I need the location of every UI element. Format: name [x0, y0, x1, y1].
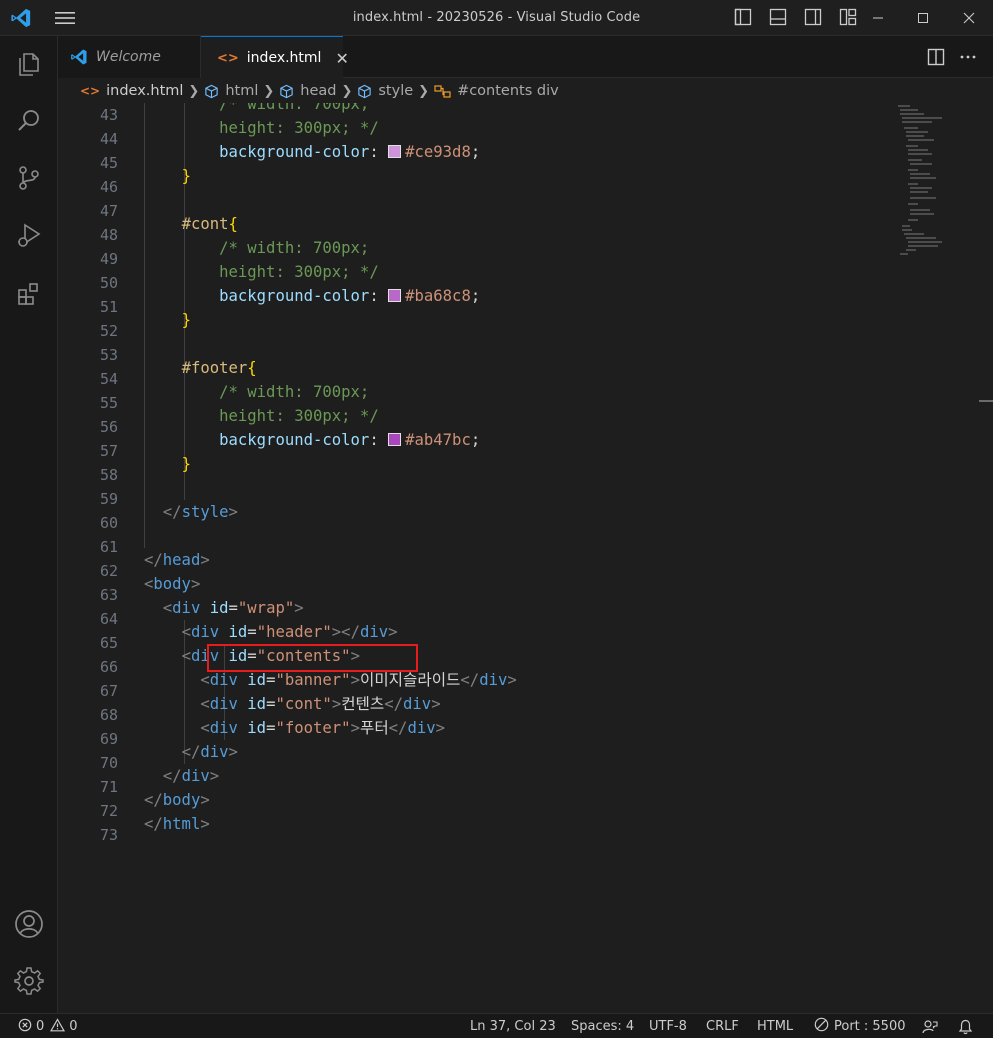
activity-bar — [0, 36, 58, 1013]
code-line: <div id="header"></div> — [181, 623, 398, 641]
breadcrumb: <> index.html ❯ html ❯ head ❯ style ❯ #c… — [58, 79, 993, 103]
chevron-right-icon: ❯ — [418, 83, 430, 99]
code-line: } — [181, 167, 191, 185]
error-icon — [18, 1018, 32, 1036]
search-icon[interactable] — [0, 97, 58, 145]
code-line: </head> — [144, 551, 210, 569]
chevron-right-icon: ❯ — [188, 83, 200, 99]
color-swatch[interactable] — [388, 289, 402, 302]
more-actions-icon[interactable] — [959, 48, 977, 70]
symbol-cube-icon — [204, 84, 219, 99]
annotation-highlight-box — [207, 644, 418, 672]
breadcrumb-item-file[interactable]: <> index.html — [80, 83, 183, 99]
code-line: </html> — [144, 815, 210, 833]
encoding-status[interactable]: UTF-8 — [649, 1014, 687, 1038]
toggle-secondary-sidebar-icon[interactable] — [804, 8, 822, 26]
code-line: #cont{ — [181, 215, 238, 233]
chevron-right-icon: ❯ — [341, 83, 353, 99]
breadcrumb-item-head[interactable]: head — [279, 83, 336, 99]
scrollbar-indicator[interactable] — [979, 400, 993, 402]
problems-status[interactable]: 0 0 — [18, 1014, 78, 1038]
code-line: /* width: 700px; — [219, 239, 370, 257]
color-swatch[interactable] — [388, 433, 402, 446]
symbol-cube-icon — [357, 84, 372, 99]
language-mode[interactable]: HTML — [757, 1014, 793, 1038]
code-line: </style> — [162, 503, 238, 521]
cursor-position[interactable]: Ln 37, Col 23 — [470, 1014, 556, 1038]
minimize-button[interactable] — [855, 0, 901, 36]
color-swatch[interactable] — [388, 145, 402, 158]
status-bar: 0 0 Ln 37, Col 23 Spaces: 4 UTF-8 CRLF H… — [0, 1013, 993, 1038]
tab-welcome[interactable]: Welcome — [58, 36, 201, 78]
editor-tab-bar: Welcome <> index.html ✕ — [58, 36, 993, 79]
code-line: background-color: #ce93d8; — [219, 143, 481, 161]
breadcrumb-item-selector[interactable]: #contents div — [434, 83, 559, 99]
code-line: #footer{ — [181, 359, 257, 377]
code-lines: /* width: 700px; height: 300px; */ backg… — [144, 103, 904, 836]
symbol-cube-icon — [279, 84, 294, 99]
code-line: <div id="footer">푸터</div> — [200, 719, 446, 737]
minimap[interactable] — [896, 103, 976, 263]
vscode-logo-icon — [70, 48, 88, 66]
maximize-button[interactable] — [900, 0, 946, 36]
toggle-panel-icon[interactable] — [769, 8, 787, 26]
code-line: background-color: #ba68c8; — [219, 287, 481, 305]
line-number-gutter: 43 44 45 46 47 48 49 50 51 52 53 54 55 5… — [99, 106, 118, 844]
indentation-status[interactable]: Spaces: 4 — [571, 1014, 634, 1038]
breadcrumb-item-style[interactable]: style — [357, 83, 413, 99]
code-line: </div> — [181, 743, 238, 761]
code-line: height: 300px; */ — [219, 263, 379, 281]
warning-icon — [50, 1017, 66, 1036]
settings-gear-icon[interactable] — [0, 957, 58, 1005]
code-line: } — [181, 311, 191, 329]
code-line: </body> — [144, 791, 210, 809]
html-file-icon: <> — [217, 50, 239, 66]
chevron-right-icon: ❯ — [263, 83, 275, 99]
tab-index-html[interactable]: <> index.html ✕ — [201, 36, 349, 79]
code-line: height: 300px; */ — [219, 407, 379, 425]
close-icon[interactable]: ✕ — [335, 49, 348, 68]
code-line: } — [181, 455, 191, 473]
code-line: </div> — [162, 767, 220, 785]
code-line: <body> — [144, 575, 201, 593]
html-file-icon: <> — [80, 84, 101, 98]
code-editor[interactable]: 43 44 45 46 47 48 49 50 51 52 53 54 55 5… — [58, 103, 993, 1013]
eol-status[interactable]: CRLF — [706, 1014, 739, 1038]
code-line: background-color: #ab47bc; — [219, 431, 481, 449]
close-window-button[interactable] — [946, 0, 992, 36]
live-server-icon — [814, 1017, 829, 1036]
code-line: /* width: 700px; — [219, 383, 370, 401]
code-line: /* width: 700px; — [219, 103, 370, 113]
live-server-status[interactable]: Port : 5500 — [814, 1014, 906, 1038]
breadcrumb-item-html[interactable]: html — [204, 83, 258, 99]
toggle-primary-sidebar-icon[interactable] — [734, 8, 752, 26]
notifications-bell-icon[interactable] — [958, 1014, 973, 1038]
code-line: height: 300px; */ — [219, 119, 379, 137]
run-debug-icon[interactable] — [0, 211, 58, 259]
title-bar: index.html - 20230526 - Visual Studio Co… — [0, 0, 993, 36]
tab-label: Welcome — [96, 49, 161, 65]
account-icon[interactable] — [0, 900, 58, 948]
code-line: <div id="cont">컨텐츠</div> — [200, 695, 441, 713]
symbol-class-icon — [434, 84, 451, 99]
extensions-icon[interactable] — [0, 269, 58, 317]
split-editor-icon[interactable] — [927, 48, 945, 70]
explorer-icon[interactable] — [0, 40, 58, 88]
code-line: <div id="wrap"> — [162, 599, 304, 617]
feedback-icon[interactable] — [922, 1014, 938, 1038]
source-control-icon[interactable] — [0, 154, 58, 202]
tab-label: index.html — [246, 50, 322, 66]
